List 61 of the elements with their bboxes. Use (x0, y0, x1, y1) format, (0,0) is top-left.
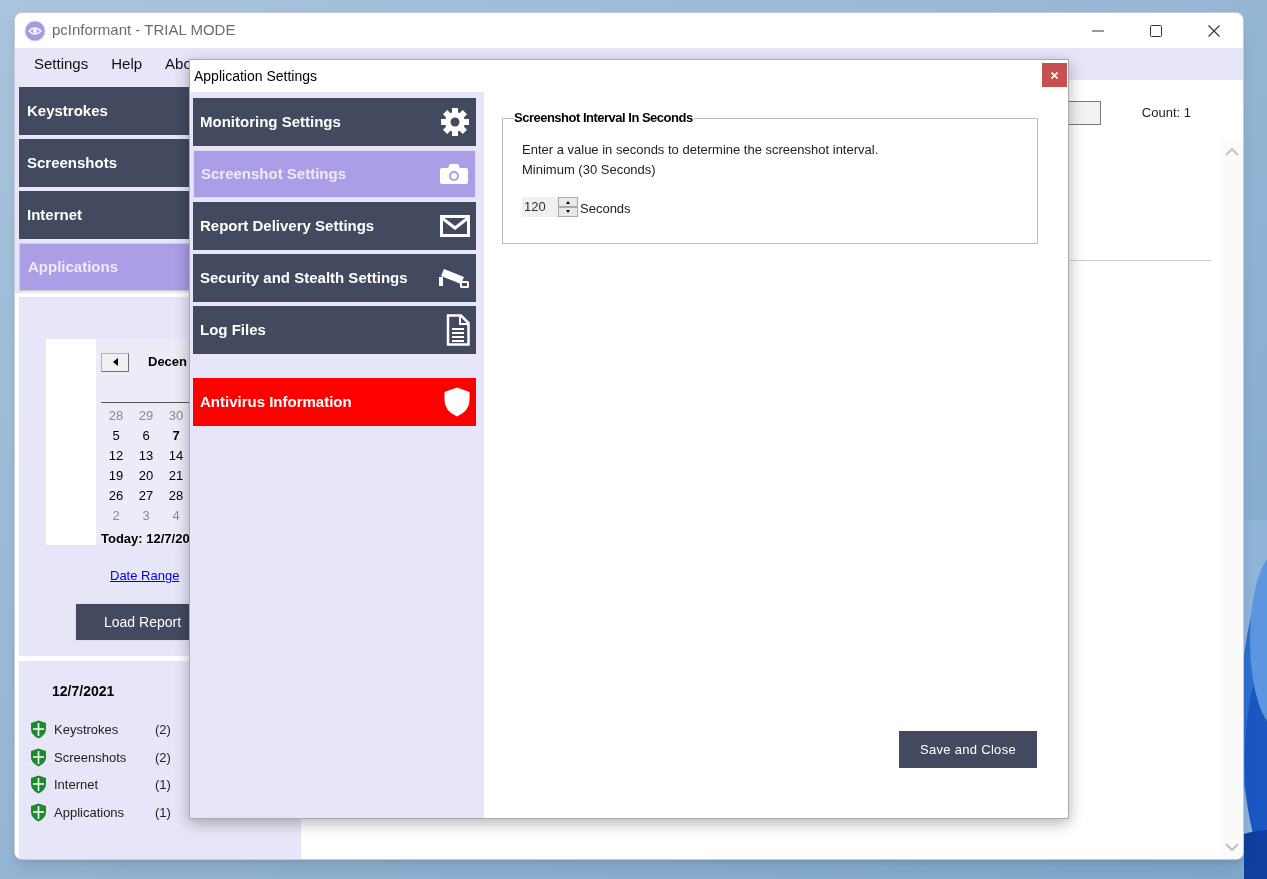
summary-label: Screenshots (54, 748, 128, 767)
save-and-close-button[interactable]: Save and Close (899, 731, 1037, 768)
shield-icon (30, 747, 47, 767)
spin-arrows-icon[interactable] (558, 196, 578, 217)
calendar-day[interactable]: 19 (101, 466, 131, 486)
today-label: Today: 12/7/20 (101, 530, 191, 548)
summary-count: (2) (155, 748, 171, 767)
spin-field[interactable]: 120 (522, 196, 578, 217)
close-icon (1208, 24, 1220, 37)
calendar-day[interactable]: 20 (131, 466, 161, 486)
shield-icon (30, 775, 47, 795)
month-label: Decen (148, 353, 188, 372)
camera-icon (439, 163, 469, 185)
calendar-day[interactable]: 27 (131, 486, 161, 506)
settings-nav-item[interactable]: Monitoring Settings (193, 98, 476, 146)
scroll-down-icon[interactable] (1225, 843, 1239, 851)
calendar-day[interactable]: 6 (131, 426, 161, 446)
settings-nav-item[interactable]: Security and Stealth Settings (193, 254, 476, 302)
shield-icon (30, 720, 47, 740)
close-icon (1051, 71, 1058, 79)
envelope-icon (440, 215, 470, 237)
calendar-day[interactable]: 13 (131, 446, 161, 466)
gear-icon (440, 107, 470, 137)
document-icon (446, 314, 470, 346)
summary-label: Keystrokes (54, 721, 120, 739)
count-label: Count: 1 (1141, 104, 1191, 123)
summary-label: Internet (54, 776, 100, 794)
minimize-icon (1092, 29, 1104, 32)
dialog-title: Application Settings (194, 66, 317, 86)
unit-label: Seconds (580, 200, 631, 218)
scroll-up-icon[interactable] (1225, 148, 1239, 156)
settings-nav-item[interactable]: Log Files (193, 306, 476, 354)
calendar-day[interactable]: 14 (161, 446, 191, 466)
dialog-close-button[interactable] (1042, 63, 1067, 87)
calendar-day[interactable]: 12 (101, 446, 131, 466)
maximize-icon (1150, 24, 1162, 37)
calendar-day[interactable]: 5 (101, 426, 131, 446)
left-arrow-icon (112, 358, 118, 366)
shield-icon (30, 802, 47, 822)
scrollbar[interactable] (1221, 140, 1243, 859)
calendar-day[interactable]: 21 (161, 466, 191, 486)
security-camera-icon (438, 266, 470, 290)
settings-nav-item[interactable]: Report Delivery Settings (193, 202, 476, 250)
summary-date: 12/7/2021 (52, 682, 116, 701)
eye-icon (24, 19, 46, 42)
summary-count: (1) (155, 776, 171, 794)
summary-count: (2) (155, 721, 171, 739)
settings-nav-item[interactable]: Antivirus Information (193, 378, 476, 426)
shield-icon (444, 387, 470, 417)
summary-count: (1) (155, 803, 171, 822)
calendar-day[interactable]: 26 (101, 486, 131, 506)
minimum-text: Minimum (30 Seconds) (522, 161, 656, 179)
window-title: pcInformant - TRIAL MODE (52, 20, 236, 41)
menu-item[interactable]: Settings (23, 52, 100, 76)
description-text: Enter a value in seconds to determine the screenshot interval. (522, 141, 879, 159)
menu-item[interactable]: Help (100, 52, 154, 76)
previous-month-button[interactable] (101, 352, 129, 372)
calendar-day[interactable]: 7 (161, 426, 191, 446)
calendar-day[interactable]: 28 (161, 486, 191, 506)
date-range-link[interactable]: Date Range (110, 566, 180, 586)
summary-label: Applications (54, 803, 126, 822)
